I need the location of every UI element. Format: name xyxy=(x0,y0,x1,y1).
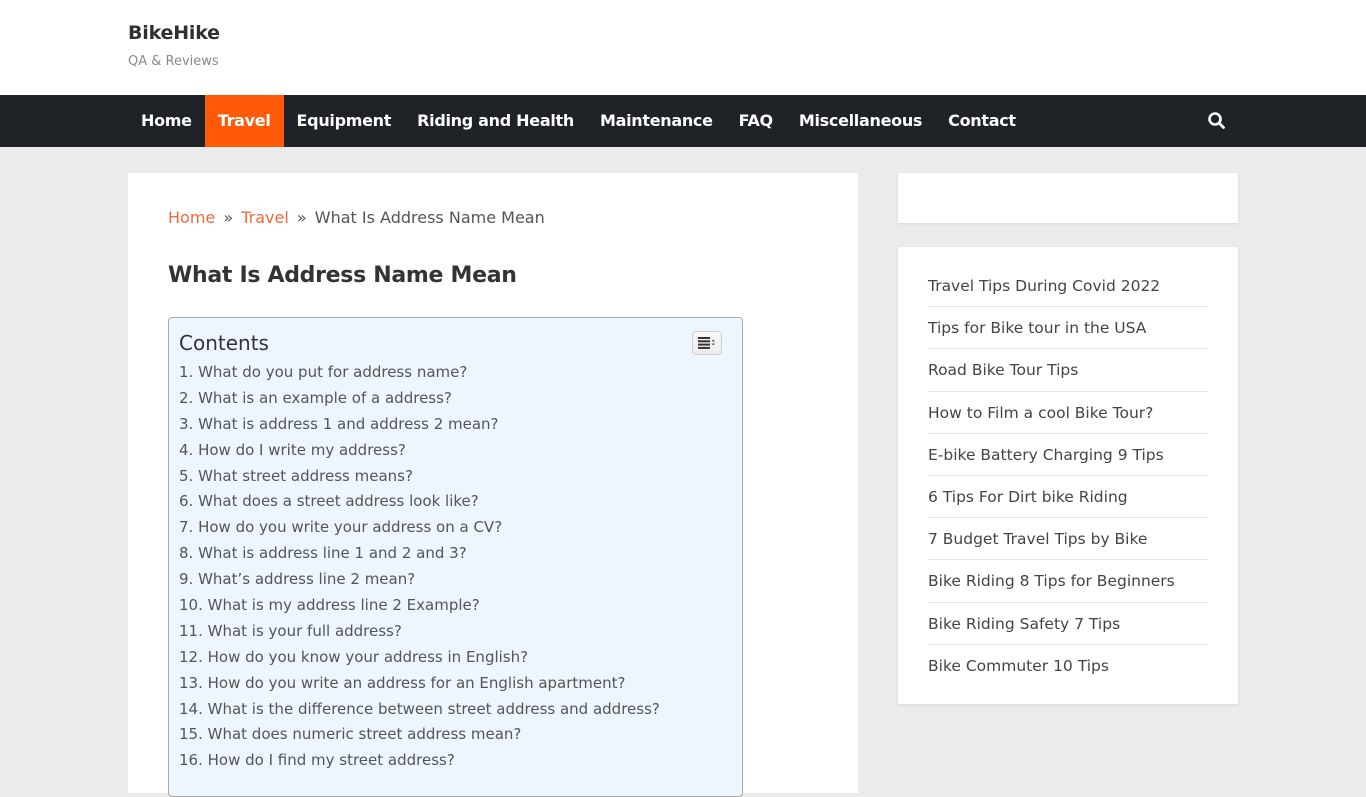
breadcrumb: Home » Travel » What Is Address Name Mea… xyxy=(168,208,545,227)
recent-post-link[interactable]: Bike Riding Safety 7 Tips xyxy=(928,603,1208,645)
site-title[interactable]: BikeHike xyxy=(128,22,220,44)
nav-item-maintenance[interactable]: Maintenance xyxy=(587,95,726,147)
toc-item[interactable]: 6. What does a street address look like? xyxy=(179,489,660,515)
breadcrumb-travel-link[interactable]: Travel xyxy=(241,208,289,227)
toc-item[interactable]: 3. What is address 1 and address 2 mean? xyxy=(179,412,660,438)
article-card: Home » Travel » What Is Address Name Mea… xyxy=(128,173,858,797)
list-toggle-icon xyxy=(698,337,715,349)
nav-item-travel[interactable]: Travel xyxy=(204,95,284,147)
search-icon xyxy=(1208,112,1225,129)
recent-post-link[interactable]: 6 Tips For Dirt bike Riding xyxy=(928,476,1208,519)
search-button[interactable] xyxy=(1207,111,1227,135)
toc-item[interactable]: 13. How do you write an address for an E… xyxy=(179,671,660,697)
toc-item[interactable]: 5. What street address means? xyxy=(179,464,660,490)
site-description: QA & Reviews xyxy=(128,54,219,69)
toc-item[interactable]: 16. How do I find my street address? xyxy=(179,748,660,774)
breadcrumb-current: What Is Address Name Mean xyxy=(314,208,545,227)
recent-post-link[interactable]: Travel Tips During Covid 2022 xyxy=(928,265,1208,308)
toc-item[interactable]: 2. What is an example of a address? xyxy=(179,386,660,412)
recent-post-link[interactable]: Road Bike Tour Tips xyxy=(928,349,1208,392)
toc-item[interactable]: 15. What does numeric street address mea… xyxy=(179,722,660,748)
nav-item-riding-and-health[interactable]: Riding and Health xyxy=(404,95,587,147)
recent-post-link[interactable]: Bike Commuter 10 Tips xyxy=(928,645,1208,687)
nav-item-faq[interactable]: FAQ xyxy=(726,95,786,147)
recent-post-link[interactable]: Tips for Bike tour in the USA xyxy=(928,307,1208,350)
breadcrumb-home-link[interactable]: Home xyxy=(168,208,215,227)
page-title: What Is Address Name Mean xyxy=(168,263,517,288)
site-header: BikeHike QA & Reviews xyxy=(0,0,1366,95)
toc-item[interactable]: 11. What is your full address? xyxy=(179,619,660,645)
nav-item-equipment[interactable]: Equipment xyxy=(284,95,405,147)
recent-posts-list: Travel Tips During Covid 2022 Tips for B… xyxy=(928,265,1208,687)
recent-post-link[interactable]: 7 Budget Travel Tips by Bike xyxy=(928,518,1208,561)
nav-item-home[interactable]: Home xyxy=(128,95,205,147)
breadcrumb-separator: » xyxy=(296,208,307,227)
toc-item[interactable]: 4. How do I write my address? xyxy=(179,438,660,464)
toc-item[interactable]: 8. What is address line 1 and 2 and 3? xyxy=(179,541,660,567)
nav-menu: Home Travel Equipment Riding and Health … xyxy=(128,95,1029,147)
toc-title: Contents xyxy=(179,331,269,355)
recent-post-link[interactable]: Bike Riding 8 Tips for Beginners xyxy=(928,560,1208,603)
toc-item[interactable]: 9. What’s address line 2 mean? xyxy=(179,567,660,593)
toc-toggle-button[interactable] xyxy=(692,331,722,355)
sidebar-recent-posts-widget: Travel Tips During Covid 2022 Tips for B… xyxy=(898,247,1238,704)
toc-item[interactable]: 12. How do you know your address in Engl… xyxy=(179,645,660,671)
breadcrumb-separator: » xyxy=(223,208,234,227)
recent-post-link[interactable]: How to Film a cool Bike Tour? xyxy=(928,392,1208,434)
nav-item-contact[interactable]: Contact xyxy=(935,95,1029,147)
toc-item[interactable]: 10. What is my address line 2 Example? xyxy=(179,593,660,619)
toc-item[interactable]: 7. How do you write your address on a CV… xyxy=(179,515,660,541)
recent-post-link[interactable]: E-bike Battery Charging 9 Tips xyxy=(928,434,1208,476)
nav-item-miscellaneous[interactable]: Miscellaneous xyxy=(786,95,935,147)
toc-list: 1. What do you put for address name? 2. … xyxy=(179,360,660,774)
toc-item[interactable]: 1. What do you put for address name? xyxy=(179,360,660,386)
sidebar-empty-widget xyxy=(898,173,1238,223)
main-navigation: Home Travel Equipment Riding and Health … xyxy=(0,95,1366,147)
table-of-contents: Contents 1. What do you put for address … xyxy=(168,317,743,797)
toc-item[interactable]: 14. What is the difference between stree… xyxy=(179,697,660,723)
